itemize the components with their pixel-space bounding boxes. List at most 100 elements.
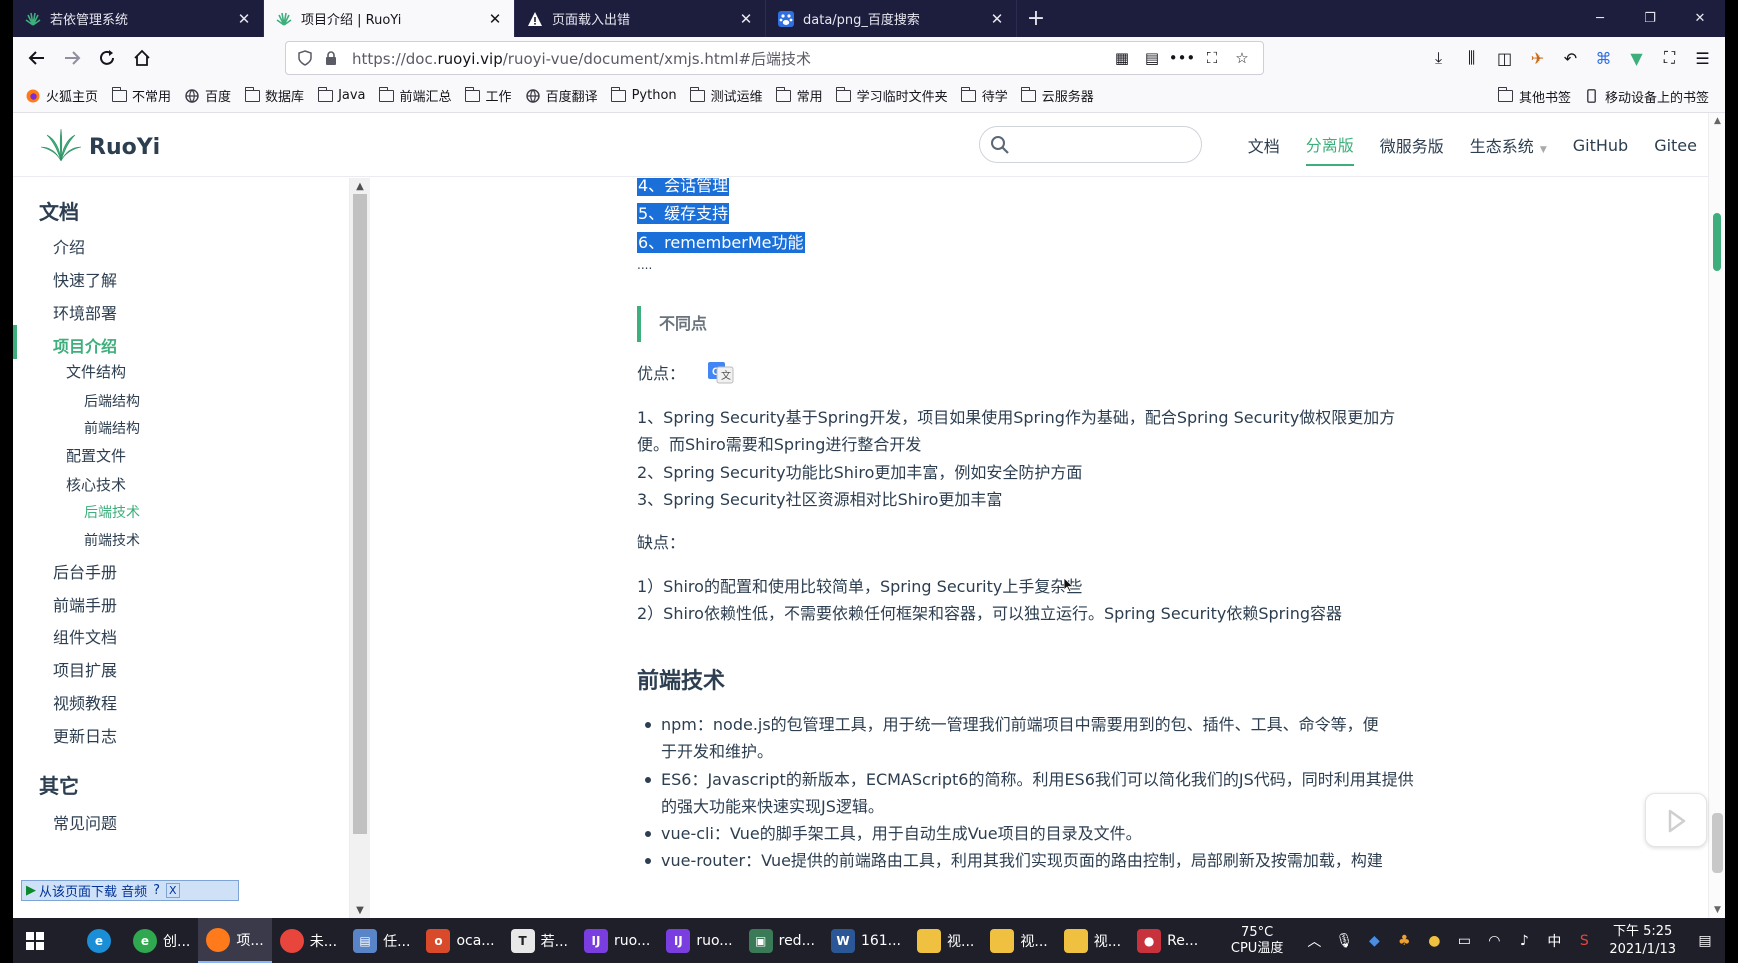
ime-indicator[interactable]: 中 [1542,929,1566,953]
sidebar-subitem[interactable]: 前端结构 [84,418,140,438]
scroll-down-icon[interactable]: ▼ [350,902,370,918]
menu-icon[interactable]: ☰ [1686,42,1719,74]
bookmark-folder[interactable]: 工作 [465,86,512,105]
taskbar-app-word[interactable]: W 161... [823,918,909,963]
bookmark-folder[interactable]: 测试运维 [690,86,763,105]
taskbar-app-firefox[interactable]: 项... [198,918,272,963]
bookmark-folder-mobile[interactable]: 移动设备上的书签 [1584,87,1709,106]
bookmark-item[interactable]: 百度翻译 [525,86,598,105]
scroll-down-icon[interactable]: ▼ [1709,902,1725,918]
taskbar-app[interactable]: o oca... [418,918,502,963]
vue-devtools-icon[interactable]: ▼ [1620,42,1653,74]
wifi-icon[interactable]: ◠ [1482,929,1506,953]
chevron-up-icon[interactable]: ︿ [1302,929,1326,953]
bookmark-item[interactable]: 火狐主页 [25,86,98,105]
reader-view-icon[interactable]: ▤ [1137,43,1167,73]
nav-separated-version[interactable]: 分离版 [1305,124,1354,166]
taskbar-app-folder[interactable]: 视... [1056,918,1129,963]
download-audio-bar[interactable]: ▶ 从该页面下载 音频 ? X [21,880,239,901]
sidebar-subitem[interactable]: 核心技术 [66,474,126,495]
notification-icon[interactable]: ▤ [1693,929,1717,953]
undo-close-tab-icon[interactable]: ↶ [1554,42,1587,74]
sidebar-item[interactable]: 快速了解 [53,267,117,291]
bookmark-folder[interactable]: 常用 [776,86,823,105]
taskbar-app-typora[interactable]: T 若... [503,918,576,963]
shield-icon[interactable] [294,47,316,69]
nav-gitee[interactable]: Gitee [1654,128,1697,163]
scrollbar-thumb[interactable] [353,194,367,834]
lock-icon[interactable] [320,47,342,69]
sidebar-subitem[interactable]: 前端技术 [84,530,140,550]
bookmark-folder-other[interactable]: 其他书签 [1498,87,1571,106]
windows-start-icon[interactable] [13,918,57,963]
minimize-icon[interactable]: ─ [1575,0,1625,37]
close-icon[interactable]: ✕ [486,10,504,28]
sidebar-item[interactable]: 更新日志 [53,723,117,747]
sidebar-item[interactable]: 常见问题 [53,810,117,834]
scroll-up-icon[interactable]: ▲ [350,178,370,194]
nav-github[interactable]: GitHub [1573,128,1628,163]
chrome-tray-icon[interactable]: ● [1422,929,1446,953]
sidebar-item[interactable]: 项目扩展 [53,657,117,681]
taskbar-app-folder[interactable]: 视... [909,918,982,963]
sidebar-scrollbar[interactable]: ▲ ▼ [350,178,370,918]
nav-ecosystem[interactable]: 生态系统 ▼ [1470,125,1547,165]
sidebar-subitem[interactable]: 后端结构 [84,391,140,411]
cpu-temperature[interactable]: 75°C CPU温度 [1231,925,1283,957]
sidebar-item[interactable]: 介绍 [53,234,85,258]
taskbar-app-chrome[interactable]: 未... [272,918,345,963]
taskbar-app-edge[interactable]: e [79,918,125,963]
close-icon[interactable]: ✕ [988,10,1006,28]
taskbar-app-intellij[interactable]: IJ ruo... [576,918,658,963]
bookmark-folder[interactable]: 待学 [961,86,1008,105]
battery-icon[interactable]: ▭ [1452,929,1476,953]
bookmark-folder[interactable]: Java [317,86,366,103]
reload-button[interactable] [91,42,123,74]
site-logo[interactable]: RuoYi [39,127,160,167]
address-bar[interactable]: https://doc.ruoyi.vip/ruoyi-vue/document… [285,41,1264,75]
more-actions-icon[interactable]: ••• [1167,43,1197,73]
help-icon[interactable]: ? [153,883,160,898]
home-button[interactable] [126,42,158,74]
page-scrollbar[interactable]: ▲ ▼ [1708,113,1725,918]
sidebar-item[interactable]: 组件文档 [53,624,117,648]
library-icon[interactable]: ⫼ [1455,42,1488,74]
back-button[interactable] [21,42,53,74]
bookmark-folder[interactable]: 学习临时文件夹 [836,86,948,105]
new-tab-button[interactable]: + [1017,0,1055,37]
translate-extension-icon[interactable]: ⌘ [1587,42,1620,74]
close-icon[interactable]: ✕ [737,10,755,28]
volume-icon[interactable]: ♪ [1512,929,1536,953]
sidebar-item[interactable]: 视频教程 [53,690,117,714]
taskbar-app[interactable]: e 创... [125,918,198,963]
close-window-icon[interactable]: ✕ [1675,0,1725,37]
taskbar-app-folder[interactable]: 视... [982,918,1055,963]
download-icon[interactable]: ⤓ [1422,42,1455,74]
tab-ruoyi-admin[interactable]: 若依管理系统 ✕ [13,0,264,37]
sidebar-subitem[interactable]: 文件结构 [66,361,126,382]
forward-button[interactable] [56,42,88,74]
scrollbar-thumb[interactable] [1712,813,1723,873]
tab-baidu-search[interactable]: data/png_百度搜索 ✕ [766,0,1017,37]
sidebar-item[interactable]: 后台手册 [53,559,117,583]
nav-microservice-version[interactable]: 微服务版 [1380,125,1444,165]
qrcode-icon[interactable]: ▦ [1107,43,1137,73]
taskbar-app-intellij[interactable]: IJ ruo... [658,918,740,963]
bookmark-folder[interactable]: 前端汇总 [379,86,452,105]
sidebar-item[interactable]: 环境部署 [53,300,117,324]
tab-page-load-error[interactable]: 页面载入出错 ✕ [515,0,766,37]
search-input[interactable] [979,126,1202,163]
floating-video-button[interactable] [1645,793,1707,847]
screenshot-icon[interactable]: ⛶ [1653,42,1686,74]
close-icon[interactable]: X [166,883,180,898]
sidebar-subitem-active[interactable]: 后端技术 [84,502,140,522]
close-icon[interactable]: ✕ [235,10,253,28]
translate-icon[interactable]: ⛶ [1197,43,1227,73]
vpn-icon[interactable]: ◆ [1362,929,1386,953]
sidebar-item[interactable]: 前端手册 [53,592,117,616]
scroll-up-icon[interactable]: ▲ [1709,113,1725,129]
microphone-icon[interactable]: 🎙 [1332,929,1356,953]
bookmark-folder[interactable]: 数据库 [244,86,304,105]
app-tray-icon[interactable]: ♣ [1392,929,1416,953]
bookmark-folder[interactable]: 云服务器 [1021,86,1094,105]
